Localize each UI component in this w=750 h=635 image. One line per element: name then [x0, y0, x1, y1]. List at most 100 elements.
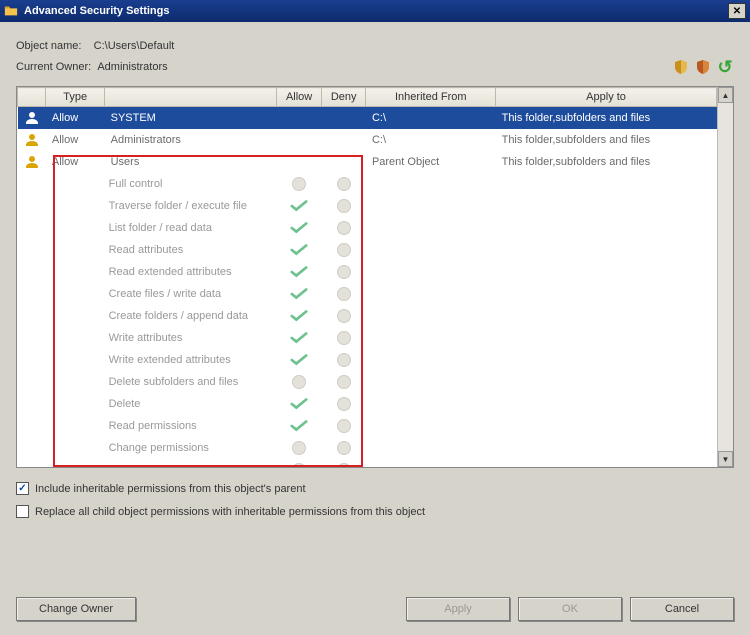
- allow-cell: [277, 173, 322, 195]
- col-type[interactable]: Type: [46, 88, 105, 107]
- deny-cell: [321, 283, 366, 305]
- permission-row: Full control: [18, 173, 717, 195]
- deny-dot: [337, 199, 351, 213]
- permission-row: Delete: [18, 393, 717, 415]
- allow-dot: [292, 177, 306, 191]
- deny-cell: [321, 195, 366, 217]
- permission-row: Change permissions: [18, 437, 717, 459]
- object-name-label: Object name:: [16, 40, 81, 52]
- change-owner-button[interactable]: Change Owner: [16, 597, 136, 621]
- scroll-down-button[interactable]: ▼: [718, 451, 733, 467]
- current-owner-value: Administrators: [97, 61, 167, 73]
- col-inherited[interactable]: Inherited From: [366, 88, 496, 107]
- apply-button[interactable]: Apply: [406, 597, 510, 621]
- deny-cell: [321, 371, 366, 393]
- deny-cell: [321, 261, 366, 283]
- permission-row: Create files / write data: [18, 283, 717, 305]
- deny-cell: [321, 173, 366, 195]
- entry-apply: This folder,subfolders and files: [496, 107, 717, 130]
- deny-dot: [337, 463, 351, 467]
- object-name-value: C:\Users\Default: [94, 40, 175, 52]
- entry-name: Users: [105, 151, 277, 173]
- permission-row: Traverse folder / execute file: [18, 195, 717, 217]
- permission-label: Full control: [105, 173, 277, 195]
- permission-row: Read extended attributes: [18, 261, 717, 283]
- scroll-up-button[interactable]: ▲: [718, 87, 733, 103]
- deny-dot: [337, 265, 351, 279]
- deny-dot: [337, 177, 351, 191]
- deny-dot: [337, 397, 351, 411]
- entry-apply: This folder,subfolders and files: [496, 151, 717, 173]
- deny-dot: [337, 353, 351, 367]
- vertical-scrollbar[interactable]: ▲ ▼: [717, 87, 733, 467]
- col-deny[interactable]: Deny: [321, 88, 366, 107]
- permission-label: Change permissions: [105, 437, 277, 459]
- deny-dot: [337, 419, 351, 433]
- col-name[interactable]: [105, 88, 277, 107]
- title-bar: Advanced Security Settings ✕: [0, 0, 750, 22]
- entry-name: SYSTEM: [105, 107, 277, 130]
- deny-dot: [337, 441, 351, 455]
- entry-apply: This folder,subfolders and files: [496, 129, 717, 151]
- close-button[interactable]: ✕: [728, 3, 746, 19]
- include-inheritable-label: Include inheritable permissions from thi…: [35, 483, 306, 495]
- deny-dot: [337, 243, 351, 257]
- entry-type: Allow: [46, 151, 105, 173]
- entry-name: Administrators: [105, 129, 277, 151]
- table-row[interactable]: AllowSYSTEM C:\This folder,subfolders and…: [18, 107, 717, 130]
- shield-red-icon[interactable]: [694, 58, 712, 76]
- deny-cell: [321, 327, 366, 349]
- permission-label: Create folders / append data: [105, 305, 277, 327]
- permission-label: Delete subfolders and files: [105, 371, 277, 393]
- allow-cell: [277, 459, 322, 467]
- allow-cell: [277, 393, 322, 415]
- replace-child-label: Replace all child object permissions wit…: [35, 506, 425, 518]
- allow-cell: [277, 349, 322, 371]
- permission-label: List folder / read data: [105, 217, 277, 239]
- person-icon: [18, 129, 46, 151]
- permissions-grid: Type Allow Deny Inherited From Apply to …: [16, 86, 734, 468]
- table-row[interactable]: AllowUsers Parent ObjectThis folder,subfo…: [18, 151, 717, 173]
- allow-cell: [277, 195, 322, 217]
- deny-cell: [321, 305, 366, 327]
- allow-cell: [277, 415, 322, 437]
- table-row[interactable]: AllowAdministratorsC:\This folder,subfol…: [18, 129, 717, 151]
- person-icon: [18, 151, 46, 173]
- allow-cell: [277, 305, 322, 327]
- entry-inherited: C:\: [366, 107, 496, 130]
- permission-row: Read attributes: [18, 239, 717, 261]
- entry-inherited: C:\: [366, 129, 496, 151]
- permission-row: Create folders / append data: [18, 305, 717, 327]
- shield-yellow-icon[interactable]: [672, 58, 690, 76]
- person-icon: [18, 107, 46, 130]
- deny-cell: [321, 437, 366, 459]
- col-allow[interactable]: Allow: [277, 88, 322, 107]
- allow-cell: [277, 283, 322, 305]
- permission-label: Create files / write data: [105, 283, 277, 305]
- deny-cell: [321, 217, 366, 239]
- permission-label: Write extended attributes: [105, 349, 277, 371]
- deny-dot: [337, 309, 351, 323]
- ok-button[interactable]: OK: [518, 597, 622, 621]
- cancel-button[interactable]: Cancel: [630, 597, 734, 621]
- deny-cell: [321, 415, 366, 437]
- permission-row: List folder / read data: [18, 217, 717, 239]
- window-title: Advanced Security Settings: [24, 5, 170, 17]
- entry-inherited: Parent Object: [366, 151, 496, 173]
- column-headers: Type Allow Deny Inherited From Apply to: [18, 88, 717, 107]
- allow-cell: [277, 261, 322, 283]
- deny-cell: [321, 349, 366, 371]
- permission-row: Write attributes: [18, 327, 717, 349]
- replace-child-checkbox[interactable]: [16, 505, 29, 518]
- col-apply[interactable]: Apply to: [496, 88, 717, 107]
- entry-type: Allow: [46, 107, 105, 130]
- deny-cell: [321, 459, 366, 467]
- refresh-icon[interactable]: ↺: [716, 58, 734, 76]
- deny-cell: [321, 393, 366, 415]
- include-inheritable-checkbox[interactable]: [16, 482, 29, 495]
- allow-cell: [277, 327, 322, 349]
- permission-row: Delete subfolders and files: [18, 371, 717, 393]
- col-icon[interactable]: [18, 88, 46, 107]
- permission-row: Take ownership: [18, 459, 717, 467]
- permission-label: Delete: [105, 393, 277, 415]
